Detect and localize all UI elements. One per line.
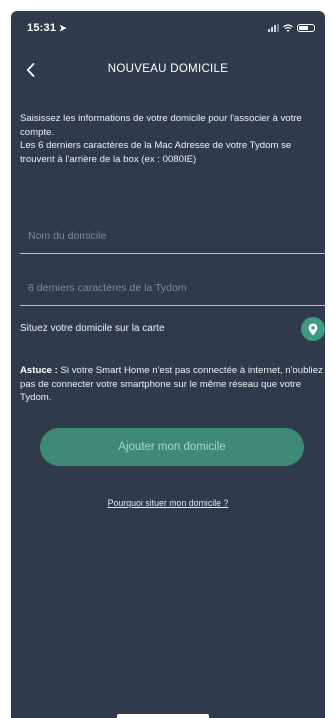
app-screen: 15:31 ➤ NOUVEAU DOMICILE Saisissez les in… bbox=[11, 11, 325, 718]
tip-text: Astuce : Si votre Smart Home n'est pas c… bbox=[20, 364, 323, 405]
intro-text: Saisissez les informations de votre domi… bbox=[20, 113, 302, 165]
add-home-button[interactable]: Ajouter mon domicile bbox=[40, 428, 304, 466]
nav-bar: NOUVEAU DOMICILE bbox=[11, 57, 325, 83]
status-time-text: 15:31 bbox=[27, 22, 57, 34]
page-title: NOUVEAU DOMICILE bbox=[107, 63, 229, 75]
cellular-signal-icon bbox=[268, 24, 279, 32]
wifi-icon bbox=[283, 24, 293, 32]
home-name-input[interactable] bbox=[20, 220, 325, 253]
locate-home-row[interactable]: Situez votre domicile sur la carte bbox=[20, 313, 325, 345]
map-pin-icon bbox=[308, 323, 318, 335]
tip-prefix: Astuce : bbox=[20, 365, 58, 376]
tydom-code-input[interactable] bbox=[20, 272, 325, 305]
location-arrow-icon: ➤ bbox=[59, 23, 67, 33]
locate-home-label: Situez votre domicile sur la carte bbox=[20, 323, 165, 334]
map-pin-button[interactable] bbox=[301, 317, 325, 341]
home-indicator[interactable] bbox=[117, 714, 209, 718]
why-locate-link[interactable]: Pourquoi situer mon domicile ? bbox=[11, 498, 325, 508]
battery-fill bbox=[299, 26, 309, 30]
status-bar: 15:31 ➤ bbox=[11, 11, 325, 45]
tip-body: Si votre Smart Home n'est pas connectée … bbox=[20, 365, 323, 403]
status-icons bbox=[268, 23, 315, 33]
battery-icon bbox=[297, 24, 315, 32]
home-name-field bbox=[20, 220, 325, 254]
tydom-code-field bbox=[20, 272, 325, 306]
status-time: 15:31 ➤ bbox=[27, 22, 67, 34]
